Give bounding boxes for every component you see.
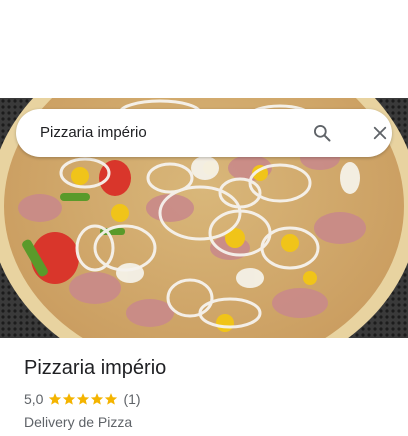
star-rating xyxy=(48,392,118,406)
search-bar[interactable]: Pizzaria império xyxy=(16,109,392,157)
place-name[interactable]: Pizzaria império xyxy=(24,354,394,382)
star-icon xyxy=(49,393,62,405)
place-info: Pizzaria império 5,0 (1) Delivery de Piz… xyxy=(24,354,394,431)
review-count[interactable]: (1) xyxy=(123,391,140,407)
place-category: Delivery de Pizza xyxy=(24,414,133,430)
search-icon[interactable] xyxy=(310,121,334,145)
rating-value: 5,0 xyxy=(24,391,44,407)
rating-row[interactable]: 5,0 (1) xyxy=(24,390,394,408)
search-input[interactable]: Pizzaria império xyxy=(40,124,147,142)
close-icon[interactable] xyxy=(368,121,392,145)
star-icon xyxy=(77,393,90,405)
star-icon xyxy=(63,393,76,405)
star-icon xyxy=(91,393,104,405)
top-blank-area xyxy=(0,0,408,98)
star-icon xyxy=(105,393,118,405)
